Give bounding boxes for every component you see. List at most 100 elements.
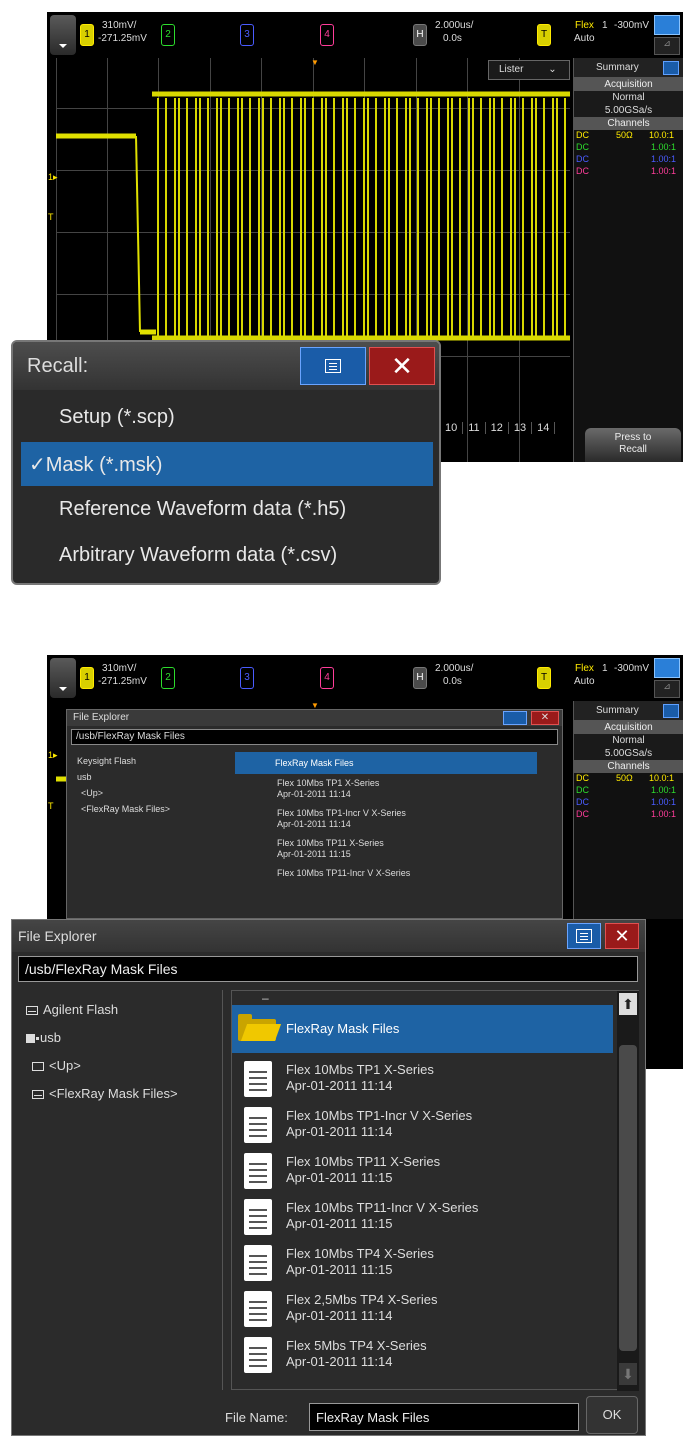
recall-item-reference-waveform[interactable]: Reference Waveform data (*.h5) (21, 488, 433, 532)
file-icon (244, 1291, 272, 1327)
ch1-ground-marker: 1▸ (48, 750, 58, 760)
usb-icon (26, 1034, 39, 1044)
trigger-button[interactable]: T (537, 24, 551, 46)
tree-item[interactable]: <FlexRay Mask Files> (81, 804, 170, 814)
sample-rate: 5.00GSa/s (574, 104, 683, 117)
channel-1-button[interactable]: 1 (80, 24, 94, 46)
lister-index-strip: 10 11 12 13 14 (440, 422, 556, 434)
trigger-button[interactable]: T (537, 667, 551, 689)
file-name: Flex 10Mbs TP11-Incr V X-Series Apr-01-20… (286, 1200, 479, 1231)
trigger-level: -300mV (614, 20, 650, 31)
trigger-mode: Auto (574, 676, 595, 687)
list-icon[interactable] (503, 711, 527, 725)
ok-button[interactable]: OK (586, 1396, 638, 1434)
summary-menu-icon[interactable] (663, 61, 679, 75)
tree-item[interactable]: <Up> (81, 788, 103, 798)
channel-4-button[interactable]: 4 (320, 667, 334, 689)
tree-item[interactable]: usb (77, 772, 92, 782)
sample-rate: 5.00GSa/s (574, 747, 683, 760)
file-row[interactable]: Flex 5Mbs TP4 X-Series Apr-01-2011 11:14 (232, 1333, 613, 1377)
file-row[interactable]: Flex 10Mbs TP1-Incr V X-Series Apr-01-201… (277, 808, 406, 830)
channel-3-button[interactable]: 3 (240, 667, 254, 689)
close-button[interactable]: ✕ (369, 347, 435, 385)
tree-item-flexray-mask-files[interactable]: <FlexRay Mask Files> (32, 1086, 178, 1101)
folder-row-flexray-mask-files[interactable]: FlexRay Mask Files (232, 1005, 613, 1053)
folder-row[interactable]: FlexRay Mask Files (235, 752, 537, 774)
scroll-thumb[interactable] (619, 1045, 637, 1351)
tree-item-agilent-flash[interactable]: Agilent Flash (26, 1002, 118, 1017)
horizontal-delay: 0.0s (443, 33, 462, 44)
file-row[interactable]: Flex 10Mbs TP1 X-Series Apr-01-2011 11:14 (232, 1057, 613, 1101)
recall-menu-button[interactable] (300, 347, 366, 385)
channel-3-button[interactable]: 3 (240, 24, 254, 46)
path-field[interactable]: /usb/FlexRay Mask Files (71, 729, 558, 745)
file-name-input[interactable]: FlexRay Mask Files (309, 1403, 579, 1431)
summary-tab[interactable]: Summary (574, 701, 683, 721)
close-icon[interactable]: ✕ (531, 711, 559, 725)
folder-icon (32, 1090, 44, 1100)
recall-item-setup[interactable]: Setup (*.scp) (21, 396, 433, 440)
summary-title: Summary (596, 62, 639, 73)
channel-4-button[interactable]: 4 (320, 24, 334, 46)
file-explorer-header: File Explorer ✕ (12, 920, 645, 952)
recall-item-mask[interactable]: ✓Mask (*.msk) (21, 442, 433, 486)
file-row[interactable]: Flex 10Mbs TP1-Incr V X-Series Apr-01-201… (232, 1103, 613, 1147)
touch-select-icon[interactable] (654, 15, 680, 35)
check-icon: ✓ (29, 454, 46, 476)
ch1-ground-marker: 1▸ (48, 172, 58, 182)
recall-title: Recall: (27, 355, 89, 377)
summary-menu-icon[interactable] (663, 704, 679, 718)
tree-item-usb[interactable]: usb (26, 1030, 61, 1045)
horizontal-button[interactable]: H (413, 667, 427, 689)
acquisition-header: Acquisition (574, 721, 683, 734)
channel-2-button[interactable]: 2 (161, 24, 175, 46)
chevron-down-icon: ⌄ (548, 64, 557, 75)
lister-tab[interactable]: Lister ⌄ (488, 60, 570, 80)
zone-trigger-icon[interactable]: ⊿ (654, 37, 680, 55)
lister-label: Lister (499, 64, 524, 75)
press-to-recall-softkey[interactable]: Press to Recall (585, 428, 681, 462)
file-name: Flex 2,5Mbs TP4 X-Series Apr-01-2011 11:1… (286, 1292, 438, 1323)
close-button[interactable]: ✕ (605, 923, 639, 949)
recall-header: Recall: ✕ (13, 342, 439, 390)
main-menu-button[interactable] (50, 658, 76, 698)
scroll-down-icon[interactable]: ⬇ (619, 1363, 637, 1385)
file-row[interactable]: Flex 10Mbs TP11 X-Series Apr-01-2011 11:1… (232, 1149, 613, 1193)
list-icon (576, 929, 592, 943)
file-row[interactable]: Flex 10Mbs TP1 X-Series Apr-01-2011 11:14 (277, 778, 379, 800)
scrollbar[interactable]: ⬆ ⬇ (617, 991, 639, 1391)
file-name-label: File Name: (225, 1410, 288, 1425)
file-explorer-menu-button[interactable] (567, 923, 601, 949)
trigger-number: 1 (602, 20, 608, 31)
trigger-level: -300mV (614, 663, 650, 674)
touch-select-icon[interactable] (654, 658, 680, 678)
tree-item[interactable]: Keysight Flash (77, 756, 136, 766)
list-separator: – (262, 991, 269, 1005)
summary-tab[interactable]: Summary (574, 58, 683, 78)
recall-item-arbitrary-waveform[interactable]: Arbitrary Waveform data (*.csv) (21, 534, 433, 578)
file-icon (244, 1199, 272, 1235)
channel-row: DC 1.00:1 (576, 797, 677, 807)
tree-item-up[interactable]: <Up> (32, 1058, 81, 1073)
path-field[interactable]: /usb/FlexRay Mask Files (18, 956, 638, 982)
file-row[interactable]: Flex 10Mbs TP4 X-Series Apr-01-2011 11:15 (232, 1241, 613, 1285)
file-explorer-dialog: File Explorer ✕ /usb/FlexRay Mask Files … (11, 919, 646, 1436)
file-icon (244, 1107, 272, 1143)
horizontal-scale: 2.000us/ (435, 20, 474, 31)
file-explorer-small: File Explorer ✕ /usb/FlexRay Mask Files … (66, 709, 563, 919)
zone-trigger-icon[interactable]: ⊿ (654, 680, 680, 698)
scroll-up-icon[interactable]: ⬆ (619, 993, 637, 1015)
acquisition-mode: Normal (574, 91, 683, 104)
horizontal-button[interactable]: H (413, 24, 427, 46)
channel-row: DC 1.00:1 (576, 142, 677, 152)
file-row[interactable]: Flex 10Mbs TP11-Incr V X-Series (277, 868, 410, 879)
file-row[interactable]: Flex 2,5Mbs TP4 X-Series Apr-01-2011 11:1… (232, 1287, 613, 1331)
channel-2-button[interactable]: 2 (161, 667, 175, 689)
file-row[interactable]: Flex 10Mbs TP11-Incr V X-Series Apr-01-20… (232, 1195, 613, 1239)
file-row[interactable]: Flex 10Mbs TP11 X-Series Apr-01-2011 11:1… (277, 838, 384, 860)
main-menu-button[interactable] (50, 15, 76, 55)
channel-1-button[interactable]: 1 (80, 667, 94, 689)
trigger-level-marker: T (48, 801, 54, 811)
summary-title: Summary (596, 705, 639, 716)
file-icon (244, 1245, 272, 1281)
